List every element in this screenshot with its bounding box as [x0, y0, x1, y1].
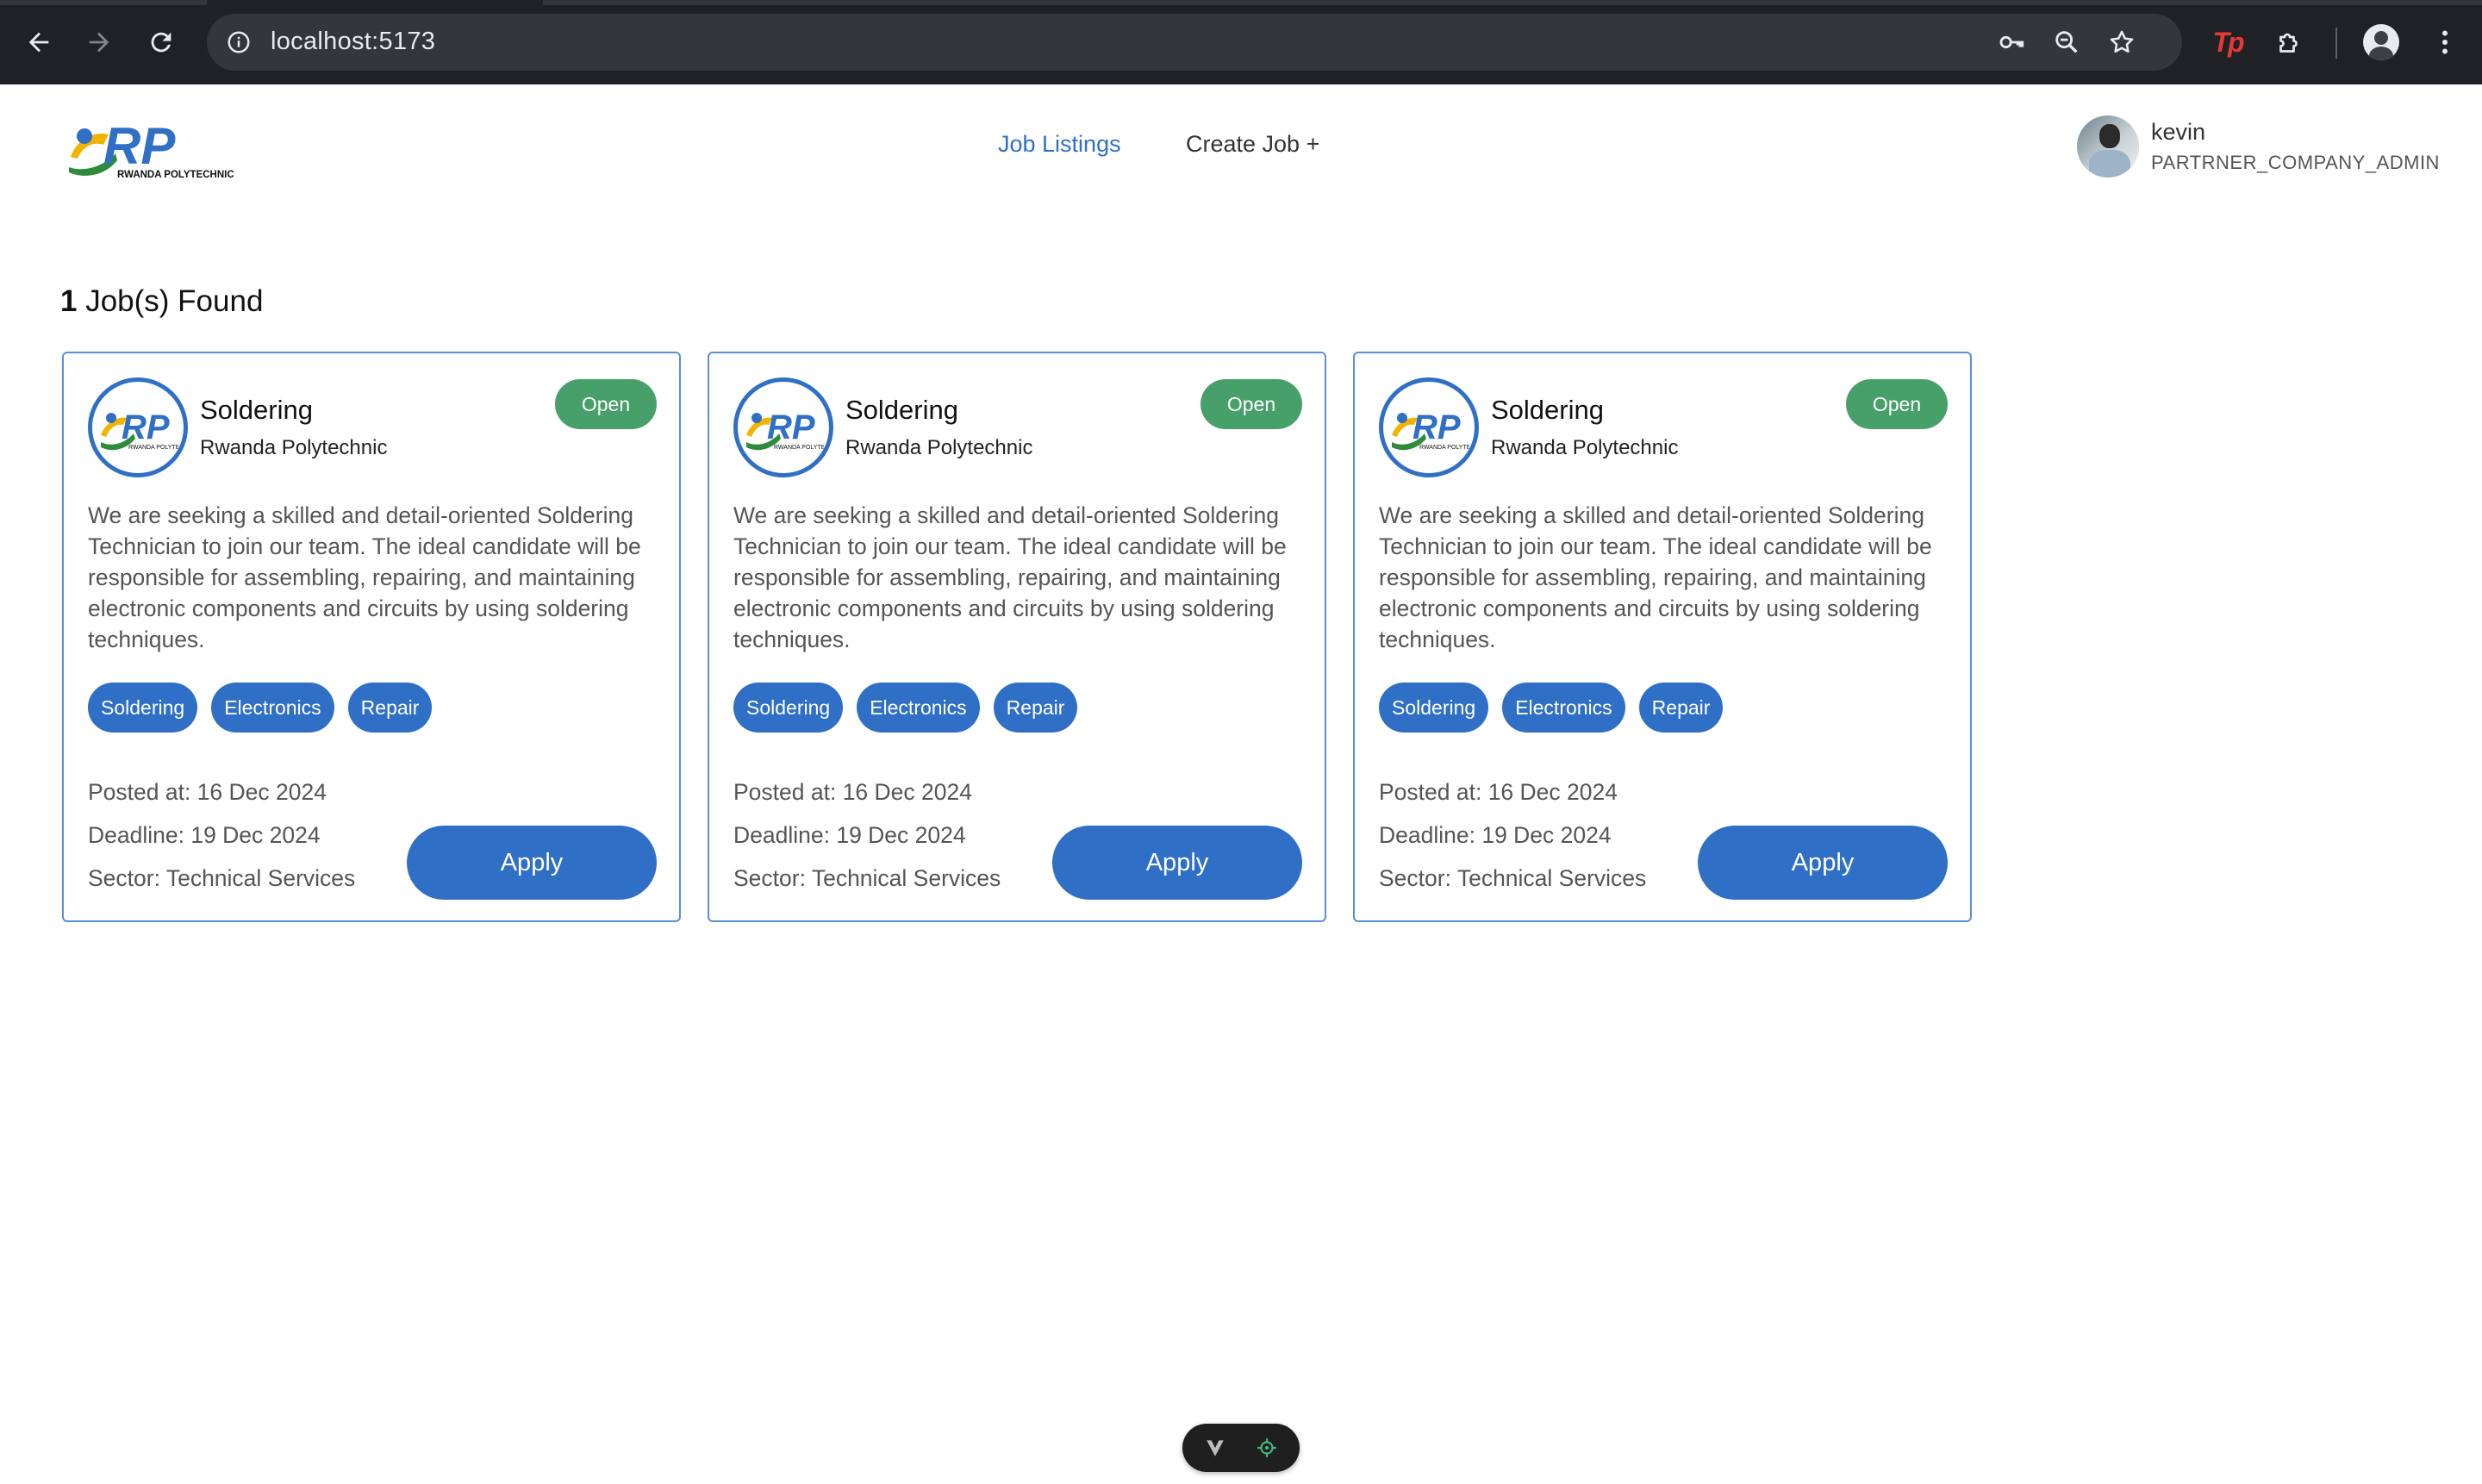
results-label: Job(s) Found: [85, 284, 264, 318]
job-card: RPRWANDA POLYTECHNIC Soldering Rwanda Po…: [62, 352, 681, 922]
tag-chip: Soldering: [1379, 683, 1489, 733]
status-badge: Open: [1200, 379, 1302, 429]
job-description: We are seeking a skilled and detail-orie…: [733, 502, 1287, 652]
svg-text:RP: RP: [103, 117, 176, 175]
nav-create-job[interactable]: Create Job +: [1186, 131, 1319, 158]
svg-text:RP: RP: [1412, 408, 1461, 446]
job-title[interactable]: Soldering: [1491, 395, 1604, 426]
company-name: Rwanda Polytechnic: [200, 436, 388, 459]
results-number: 1: [60, 284, 78, 318]
inspect-target-icon[interactable]: [1255, 1436, 1279, 1460]
extensions-puzzle-icon[interactable]: [2270, 22, 2310, 62]
reload-icon[interactable]: [141, 22, 181, 62]
company-logo: RPRWANDA POLYTECHNIC: [733, 377, 833, 477]
tag-list: Soldering Electronics Repair: [88, 683, 433, 733]
tag-chip: Repair: [347, 683, 433, 733]
svg-text:RWANDA POLYTECHNIC: RWANDA POLYTECHNIC: [128, 445, 178, 451]
apply-button[interactable]: Apply: [407, 826, 657, 900]
address-bar[interactable]: localhost:5173: [207, 14, 2182, 71]
tag-list: Soldering Electronics Repair: [733, 683, 1078, 733]
tag-chip: Repair: [1638, 683, 1724, 733]
site-info-icon[interactable]: [221, 24, 257, 60]
more-menu-icon[interactable]: [2425, 22, 2465, 62]
svg-text:RP: RP: [767, 408, 815, 446]
status-badge: Open: [1846, 379, 1948, 429]
job-title[interactable]: Soldering: [845, 395, 958, 426]
apply-button[interactable]: Apply: [1698, 826, 1948, 900]
job-card: RPRWANDA POLYTECHNIC Soldering Rwanda Po…: [1353, 352, 1972, 922]
tag-chip: Electronics: [857, 683, 980, 733]
company-logo: RPRWANDA POLYTECHNIC: [88, 377, 188, 477]
company-logo: RPRWANDA POLYTECHNIC: [1379, 377, 1479, 477]
results-count: 1 Job(s) Found: [60, 284, 263, 319]
posted-date: Posted at: 16 Dec 2024: [1379, 779, 1618, 805]
tag-chip: Electronics: [211, 683, 334, 733]
svg-text:RP: RP: [122, 408, 170, 446]
sector-label: Sector: Technical Services: [733, 865, 1001, 891]
logo-text: RWANDA POLYTECHNIC: [117, 170, 234, 180]
sector-label: Sector: Technical Services: [1379, 865, 1647, 891]
zoom-icon[interactable]: [2049, 25, 2084, 59]
tag-chip: Soldering: [733, 683, 844, 733]
dev-tools-toolbar[interactable]: [1182, 1424, 1300, 1472]
bookmark-star-icon[interactable]: [2105, 25, 2139, 59]
back-icon[interactable]: [19, 22, 59, 62]
active-tab-edge: [207, 0, 543, 5]
user-role: PARTRNER_COMPANY_ADMIN: [2151, 152, 2440, 173]
password-key-icon[interactable]: [1994, 25, 2029, 59]
tp-extension-icon[interactable]: Tp: [2208, 22, 2248, 62]
nav-job-listings[interactable]: Job Listings: [998, 131, 1121, 158]
job-description: We are seeking a skilled and detail-orie…: [1379, 502, 1932, 652]
user-avatar[interactable]: [2077, 115, 2139, 178]
svg-text:RWANDA POLYTECHNIC: RWANDA POLYTECHNIC: [774, 445, 824, 451]
tag-list: Soldering Electronics Repair: [1379, 683, 1724, 733]
status-badge: Open: [555, 379, 657, 429]
company-name: Rwanda Polytechnic: [845, 436, 1033, 459]
forward-icon[interactable]: [79, 22, 119, 62]
svg-text:RWANDA POLYTECHNIC: RWANDA POLYTECHNIC: [1419, 445, 1469, 451]
rwanda-polytechnic-logo[interactable]: RP RWANDA POLYTECHNIC: [65, 115, 243, 181]
vue-devtools-icon[interactable]: [1203, 1436, 1227, 1460]
posted-date: Posted at: 16 Dec 2024: [733, 779, 972, 805]
apply-button[interactable]: Apply: [1052, 826, 1302, 900]
tag-chip: Soldering: [88, 683, 198, 733]
tag-chip: Repair: [993, 683, 1078, 733]
profile-avatar-icon[interactable]: [2363, 24, 2399, 60]
user-name: kevin: [2151, 119, 2206, 145]
deadline-date: Deadline: 19 Dec 2024: [733, 822, 966, 848]
job-description: We are seeking a skilled and detail-orie…: [88, 502, 641, 652]
address-url[interactable]: localhost:5173: [271, 28, 435, 56]
browser-toolbar: localhost:5173 Tp: [0, 0, 2482, 84]
job-title[interactable]: Soldering: [200, 395, 313, 426]
sector-label: Sector: Technical Services: [88, 865, 356, 891]
deadline-date: Deadline: 19 Dec 2024: [1379, 822, 1612, 848]
tag-chip: Electronics: [1502, 683, 1625, 733]
job-card: RPRWANDA POLYTECHNIC Soldering Rwanda Po…: [708, 352, 1326, 922]
company-name: Rwanda Polytechnic: [1491, 436, 1679, 459]
toolbar-divider: [2335, 28, 2337, 59]
posted-date: Posted at: 16 Dec 2024: [88, 779, 327, 805]
deadline-date: Deadline: 19 Dec 2024: [88, 822, 321, 848]
